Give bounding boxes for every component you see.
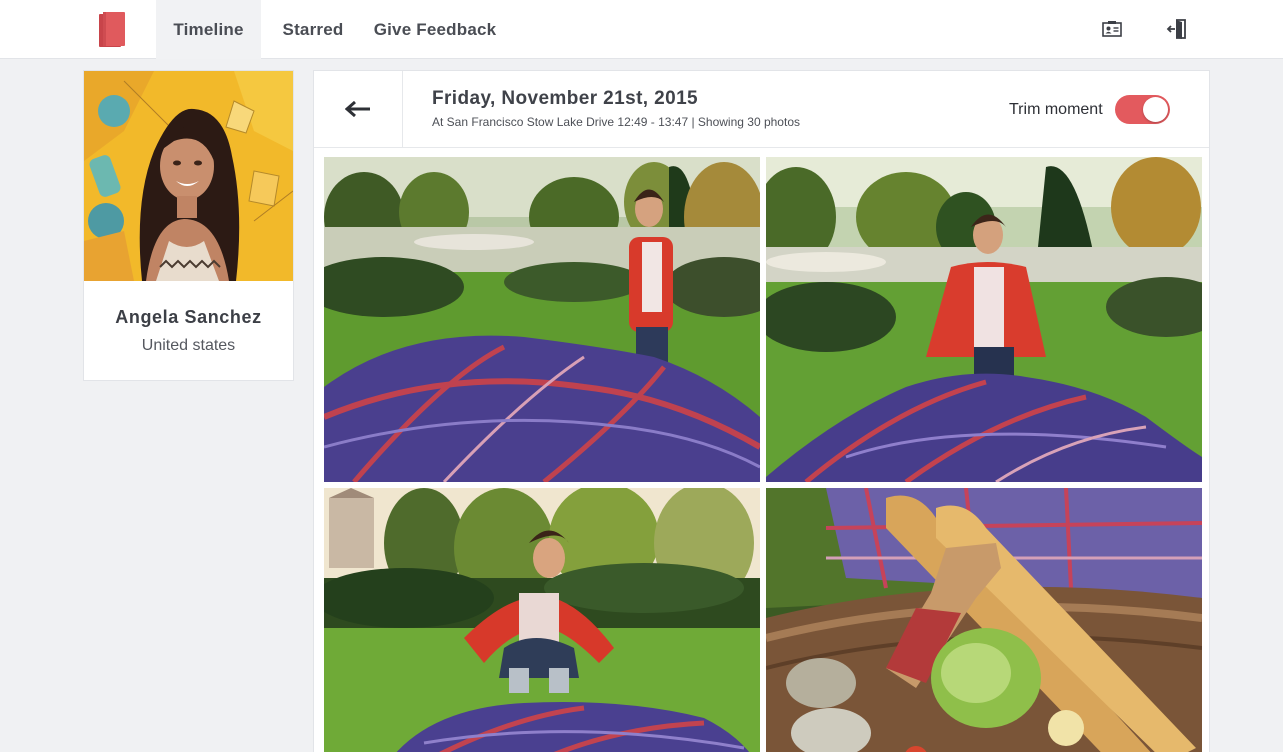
tab-give-feedback[interactable]: Give Feedback — [366, 0, 504, 59]
logout-icon[interactable] — [1166, 18, 1188, 40]
tab-timeline[interactable]: Timeline — [156, 0, 261, 59]
profile-card: Angela Sanchez United states — [83, 70, 294, 381]
moment-photo[interactable] — [324, 157, 760, 482]
profile-avatar[interactable] — [84, 71, 293, 281]
moment-title: Friday, November 21st, 2015 — [432, 88, 699, 109]
back-button[interactable] — [314, 71, 403, 147]
moment-subtitle: At San Francisco Stow Lake Drive 12:49 -… — [432, 115, 800, 129]
moment-panel: Friday, November 21st, 2015 At San Franc… — [313, 70, 1210, 752]
profile-name: Angela Sanchez — [115, 307, 262, 327]
trim-moment-label: Trim moment — [1009, 101, 1103, 118]
top-navigation-bar: Timeline Starred Give Feedback — [0, 0, 1283, 59]
moment-header: Friday, November 21st, 2015 At San Franc… — [314, 71, 1209, 148]
arrow-left-icon — [345, 101, 370, 117]
logo-icon[interactable] — [97, 11, 127, 48]
trim-moment-toggle[interactable] — [1115, 95, 1170, 124]
profile-card-icon[interactable] — [1101, 18, 1123, 40]
moment-photo[interactable] — [324, 488, 760, 752]
tab-starred[interactable]: Starred — [272, 0, 354, 59]
toggle-knob[interactable] — [1143, 97, 1168, 122]
moment-photo[interactable] — [766, 488, 1202, 752]
profile-country: United states — [141, 337, 236, 354]
moment-photo[interactable] — [766, 157, 1202, 482]
